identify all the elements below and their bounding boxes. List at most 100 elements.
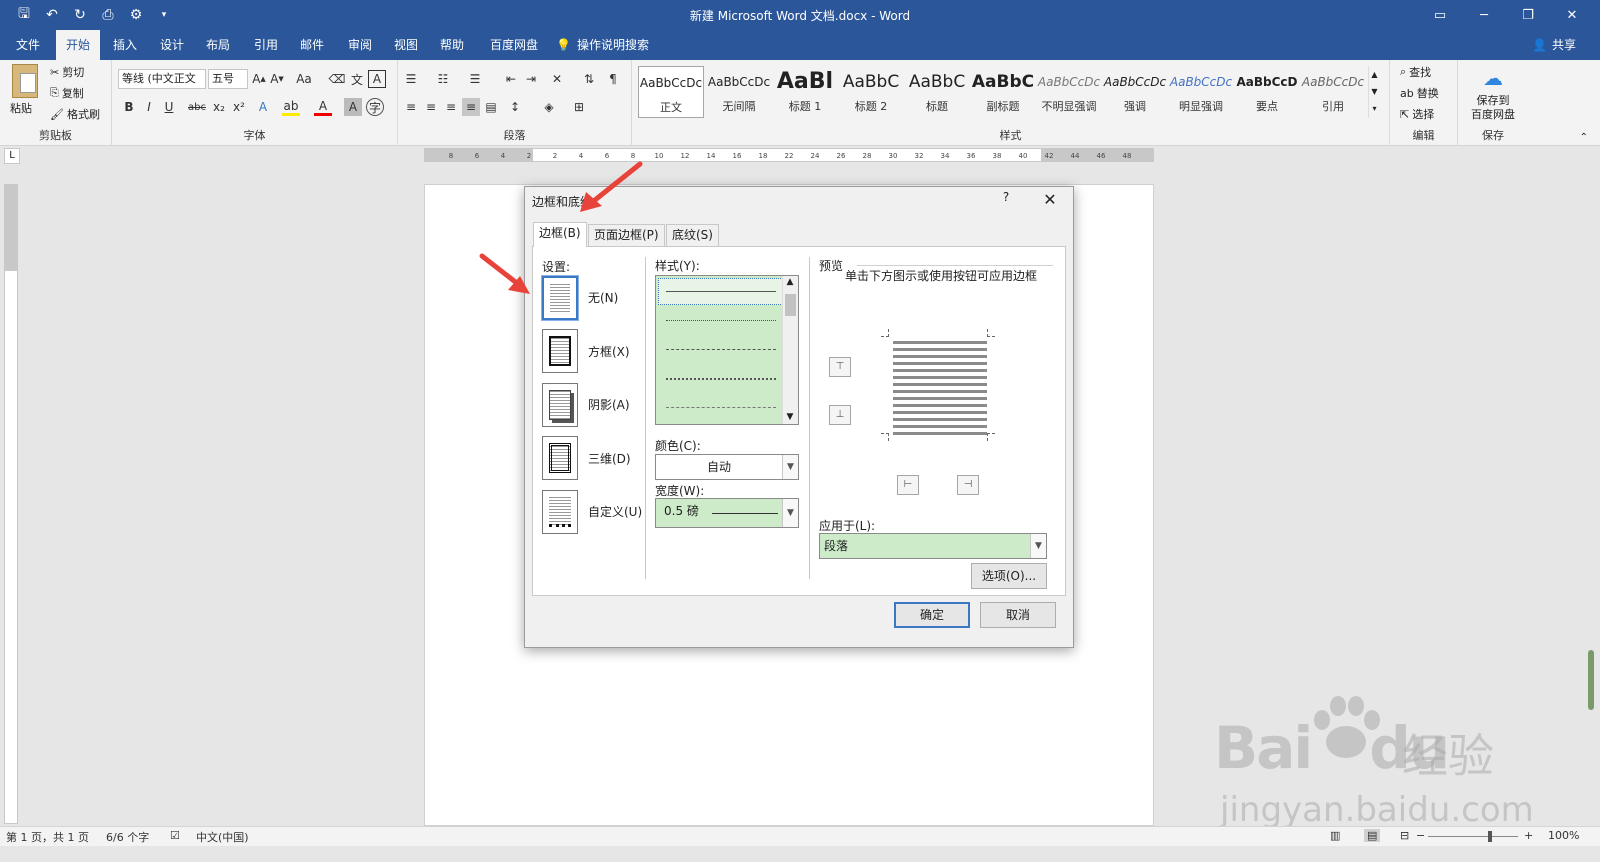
horizontal-ruler[interactable]: 8 6 4 2 2 4 6 8 10 12 14 16 18 22 24 26 28 30 32 34 36 38 40 42…: [424, 148, 1154, 162]
style-no-spacing[interactable]: AaBbCcDc 无间隔: [706, 66, 772, 118]
setting-box-label[interactable]: 方框(X): [588, 343, 630, 360]
style-dash-dot[interactable]: [666, 407, 776, 408]
underline-icon[interactable]: U: [160, 98, 178, 116]
style-intense-emphasis[interactable]: AaBbCcDc 明显强调: [1168, 66, 1234, 118]
cancel-button[interactable]: 取消: [980, 602, 1056, 628]
grow-font-icon[interactable]: A ▲: [250, 70, 268, 88]
cut-button[interactable]: ✂ 剪切: [50, 64, 84, 80]
preview-diagram[interactable]: [893, 341, 987, 437]
shrink-font-icon[interactable]: A ▼: [268, 70, 286, 88]
tab-shading[interactable]: 底纹(S): [666, 224, 719, 246]
setting-custom-label[interactable]: 自定义(U): [588, 503, 642, 520]
bullets-icon[interactable]: ☰: [402, 70, 420, 88]
distributed-icon[interactable]: ▤: [482, 98, 500, 116]
borders-icon[interactable]: ⊞: [570, 98, 588, 116]
read-mode-icon[interactable]: ▥: [1330, 829, 1340, 842]
restore-icon[interactable]: ❐: [1506, 4, 1550, 26]
save-to-baidu-button[interactable]: 保存到 百度网盘: [1458, 94, 1528, 122]
line-spacing-icon[interactable]: ↕: [506, 98, 524, 116]
tab-home[interactable]: 开始: [56, 30, 100, 60]
style-subtitle[interactable]: AaBbC 副标题: [970, 66, 1036, 118]
setting-shadow-label[interactable]: 阴影(A): [588, 396, 630, 413]
paste-button[interactable]: 粘贴: [10, 64, 40, 115]
align-right-icon[interactable]: ≡: [442, 98, 460, 116]
tab-design[interactable]: 设计: [150, 30, 194, 60]
help-icon[interactable]: ?: [995, 190, 1017, 210]
web-layout-icon[interactable]: ⊟: [1400, 829, 1409, 842]
style-emphasis[interactable]: AaBbCcDc 强调: [1102, 66, 1168, 118]
style-solid[interactable]: [666, 291, 776, 292]
char-shading-icon[interactable]: A: [344, 98, 362, 116]
style-strong[interactable]: AaBbCcD 要点: [1234, 66, 1300, 118]
style-list-scrollbar[interactable]: ▲ ▼: [782, 276, 798, 424]
copy-button[interactable]: ⎘ 复制: [50, 85, 84, 101]
style-dotted[interactable]: [666, 320, 776, 321]
scroll-down-icon[interactable]: ▼: [783, 412, 797, 422]
enclose-char-icon[interactable]: 字: [366, 98, 384, 116]
format-painter-button[interactable]: 🖌 格式刷: [50, 106, 100, 122]
chevron-down-icon[interactable]: ▼: [782, 455, 798, 479]
char-border-icon[interactable]: A: [368, 70, 386, 88]
align-center-icon[interactable]: ≡: [422, 98, 440, 116]
tab-help[interactable]: 帮助: [430, 30, 474, 60]
justify-icon[interactable]: ≡: [462, 98, 480, 116]
setting-none-icon[interactable]: [542, 276, 578, 320]
style-heading2[interactable]: AaBbC 标题 2: [838, 66, 904, 118]
tab-review[interactable]: 审阅: [338, 30, 382, 60]
ok-button[interactable]: 确定: [894, 602, 970, 628]
tab-layout[interactable]: 布局: [196, 30, 240, 60]
replace-button[interactable]: ab 替换: [1400, 85, 1439, 101]
language-status[interactable]: 中文(中国): [196, 829, 249, 845]
color-combo[interactable]: 自动 ▼: [655, 454, 799, 480]
strikethrough-icon[interactable]: abc: [188, 98, 206, 116]
setting-none-label[interactable]: 无(N): [588, 289, 618, 306]
text-effects-icon[interactable]: A: [254, 98, 272, 116]
minimize-icon[interactable]: ─: [1462, 4, 1506, 26]
align-left-icon[interactable]: ≡: [402, 98, 420, 116]
word-count[interactable]: 6/6 个字: [106, 829, 149, 845]
tab-page-border[interactable]: 页面边框(P): [588, 224, 665, 246]
style-quote[interactable]: AaBbCcDc 引用: [1300, 66, 1366, 118]
style-subtle-emphasis[interactable]: AaBbCcDc 不明显强调: [1036, 66, 1102, 118]
left-border-button[interactable]: ⊢: [897, 475, 919, 495]
sort-icon[interactable]: ⇅: [580, 70, 598, 88]
chevron-down-icon[interactable]: ▼: [1030, 534, 1046, 558]
scroll-thumb[interactable]: [785, 294, 796, 316]
setting-box-icon[interactable]: [542, 329, 578, 373]
page-count[interactable]: 第 1 页，共 1 页: [6, 829, 89, 845]
tab-file[interactable]: 文件: [8, 30, 48, 60]
gallery-scroll[interactable]: ▲ ▼ ▾: [1368, 66, 1380, 118]
bold-icon[interactable]: B: [120, 98, 138, 116]
setting-3d-icon[interactable]: [542, 436, 578, 480]
style-dash-small[interactable]: [666, 378, 776, 380]
style-normal[interactable]: AaBbCcDc 正文: [638, 66, 704, 118]
numbering-icon[interactable]: ☷: [434, 70, 452, 88]
decrease-indent-icon[interactable]: ⇤: [502, 70, 520, 88]
tab-selector[interactable]: L: [4, 148, 20, 164]
shading-icon[interactable]: ◈: [540, 98, 558, 116]
width-combo[interactable]: 0.5 磅 ▼: [655, 498, 799, 528]
chinese-layout-icon[interactable]: ✕: [548, 70, 566, 88]
phonetic-guide-icon[interactable]: 文: [348, 70, 366, 88]
print-layout-icon[interactable]: ▤: [1364, 829, 1381, 842]
top-border-button[interactable]: ⊤: [829, 357, 851, 377]
setting-custom-icon[interactable]: [542, 490, 578, 534]
right-border-button[interactable]: ⊣: [957, 475, 979, 495]
superscript-icon[interactable]: x²: [230, 98, 248, 116]
tab-view[interactable]: 视图: [384, 30, 428, 60]
proofing-icon[interactable]: ☑: [170, 829, 180, 842]
options-button[interactable]: 选项(O)...: [971, 563, 1047, 589]
vertical-scrollbar-thumb[interactable]: [1588, 650, 1594, 710]
style-dashed[interactable]: [666, 349, 776, 350]
font-name-combo[interactable]: 等线 (中文正文: [118, 69, 206, 89]
chevron-down-icon[interactable]: ▼: [782, 499, 798, 527]
zoom-slider[interactable]: [1428, 836, 1518, 837]
bottom-border-button[interactable]: ⊥: [829, 405, 851, 425]
setting-shadow-icon[interactable]: [542, 383, 578, 427]
zoom-slider-thumb[interactable]: [1488, 831, 1492, 842]
zoom-in-icon[interactable]: +: [1524, 829, 1533, 842]
zoom-out-icon[interactable]: −: [1416, 829, 1425, 842]
show-marks-icon[interactable]: ¶: [604, 70, 622, 88]
close-icon[interactable]: ✕: [1550, 4, 1594, 26]
multilevel-list-icon[interactable]: ☰: [466, 70, 484, 88]
